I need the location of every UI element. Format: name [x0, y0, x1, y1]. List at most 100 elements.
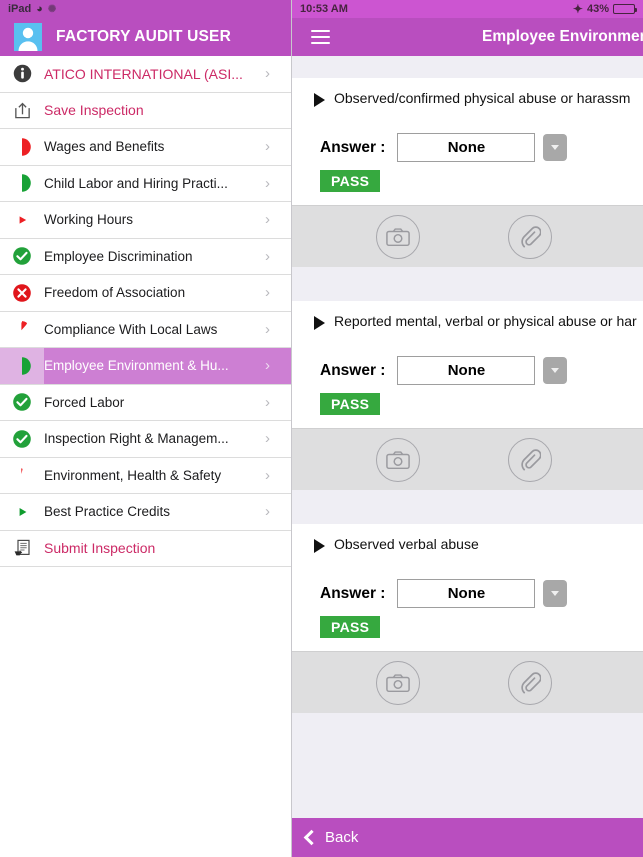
answer-label: Answer : [320, 138, 386, 156]
chevron-right-icon: › [265, 174, 270, 192]
attachment-row [292, 205, 643, 267]
chevron-left-icon[interactable] [303, 829, 320, 846]
sidebar-item-environment-health-and-safety[interactable]: Environment, Health & Safety › [0, 457, 291, 494]
attachment-row [292, 428, 643, 490]
answer-label: Answer : [320, 361, 386, 379]
sidebar-item-label: Freedom of Association [44, 285, 186, 301]
camera-icon[interactable] [376, 214, 420, 259]
questions-scroll-area[interactable]: Observed/confirmed physical abuse or har… [292, 56, 643, 857]
info-circle-icon [0, 56, 44, 92]
status-check-green-icon [0, 385, 44, 421]
chevron-right-icon: › [265, 211, 270, 229]
answer-row: Answer : None [292, 553, 643, 608]
chevron-right-icon: › [265, 357, 270, 375]
sidebar-status-bar: iPad ◕ ✺ [0, 0, 291, 18]
sidebar-item-label: Child Labor and Hiring Practi... [44, 175, 228, 191]
sidebar-item-label: ATICO INTERNATIONAL (ASI... [44, 65, 243, 82]
status-badge: PASS [320, 393, 381, 415]
sidebar-title: FACTORY AUDIT USER [56, 28, 231, 45]
caret-down-icon[interactable] [543, 357, 568, 384]
back-button[interactable]: Back [325, 829, 358, 846]
ipad-app-window: iPad ◕ ✺ FACTORY AUDIT USER ATICO INTERN… [0, 0, 643, 857]
caret-down-icon[interactable] [543, 580, 568, 607]
question-header[interactable]: Reported mental, verbal or physical abus… [292, 301, 643, 330]
answer-value-field[interactable]: None [397, 356, 536, 385]
paperclip-icon[interactable] [508, 214, 552, 259]
answer-value-field[interactable]: None [397, 579, 536, 608]
save-upload-icon [0, 93, 44, 129]
status-wedge-red-icon [0, 312, 44, 348]
sidebar-item-save-inspection[interactable]: Save Inspection [0, 92, 291, 129]
sidebar-menu-list: ATICO INTERNATIONAL (ASI... › Save Inspe… [0, 56, 291, 567]
sidebar-item-label: Employee Discrimination [44, 248, 193, 264]
triangle-right-icon[interactable] [314, 539, 325, 553]
status-wedge-green-icon [0, 494, 44, 530]
sidebar-item-label: Employee Environment & Hu... [44, 358, 229, 374]
answer-label: Answer : [320, 584, 386, 602]
status-sliver-red-icon [0, 202, 44, 238]
chevron-right-icon: › [265, 503, 270, 521]
bottom-toolbar: Back [292, 818, 643, 857]
question-block: Reported mental, verbal or physical abus… [292, 301, 643, 490]
sidebar-item-employee-discrimination[interactable]: Employee Discrimination › [0, 238, 291, 275]
sidebar-item-atico-international[interactable]: ATICO INTERNATIONAL (ASI... › [0, 56, 291, 93]
spacer [292, 56, 643, 78]
user-avatar-icon [14, 23, 42, 51]
attachment-row [292, 651, 643, 713]
sidebar-item-employee-environment-and-human-rights[interactable]: Employee Environment & Hu... › [0, 348, 291, 385]
status-check-green-icon [0, 421, 44, 457]
question-text: Observed verbal abuse [334, 536, 479, 552]
sidebar-item-label: Compliance With Local Laws [44, 321, 218, 337]
sidebar-item-submit-inspection[interactable]: Submit Inspection [0, 530, 291, 567]
sidebar-item-label: Environment, Health & Safety [44, 467, 222, 483]
wifi-icon: ◕ [36, 2, 43, 15]
status-cross-red-icon [0, 275, 44, 311]
status-half-red-icon [0, 129, 44, 165]
question-block: Observed/confirmed physical abuse or har… [292, 78, 643, 267]
sidebar-item-forced-labor[interactable]: Forced Labor › [0, 384, 291, 421]
battery-percent-label: 43% [586, 3, 609, 15]
chevron-right-icon: › [265, 430, 270, 448]
sidebar-item-inspection-right-and-management[interactable]: Inspection Right & Managem... › [0, 421, 291, 458]
chevron-right-icon: › [265, 247, 270, 265]
sidebar-item-wages-and-benefits[interactable]: Wages and Benefits › [0, 129, 291, 166]
status-half-green-icon [0, 166, 44, 202]
bluetooth-icon: ✦ [572, 2, 583, 16]
status-badge: PASS [320, 616, 381, 638]
sidebar: iPad ◕ ✺ FACTORY AUDIT USER ATICO INTERN… [0, 0, 292, 857]
sidebar-item-label: Working Hours [44, 212, 134, 228]
sidebar-item-label: Forced Labor [44, 394, 125, 410]
sidebar-item-label: Submit Inspection [44, 540, 156, 557]
triangle-right-icon[interactable] [314, 316, 325, 330]
status-check-green-icon [0, 239, 44, 275]
sidebar-header: FACTORY AUDIT USER [0, 18, 291, 56]
battery-icon [613, 4, 637, 14]
sidebar-item-best-practice-credits[interactable]: Best Practice Credits › [0, 494, 291, 531]
paperclip-icon[interactable] [508, 660, 552, 705]
camera-icon[interactable] [376, 437, 420, 482]
triangle-right-icon[interactable] [314, 93, 325, 107]
sidebar-item-freedom-of-association[interactable]: Freedom of Association › [0, 275, 291, 312]
caret-down-icon[interactable] [543, 134, 568, 161]
answer-value-field[interactable]: None [397, 133, 536, 162]
sidebar-item-compliance-with-local-laws[interactable]: Compliance With Local Laws › [0, 311, 291, 348]
paperclip-icon[interactable] [508, 437, 552, 482]
submit-document-icon [0, 531, 44, 567]
spacer [292, 490, 643, 524]
sidebar-item-child-labor-and-hiring-practices[interactable]: Child Labor and Hiring Practi... › [0, 165, 291, 202]
chevron-right-icon: › [265, 284, 270, 302]
answer-row: Answer : None [292, 330, 643, 385]
sidebar-item-label: Wages and Benefits [44, 139, 165, 155]
question-header[interactable]: Observed/confirmed physical abuse or har… [292, 78, 643, 107]
sidebar-item-label: Best Practice Credits [44, 504, 171, 520]
main-status-bar: 10:53 AM ✦ 43% [292, 0, 643, 18]
sidebar-item-working-hours[interactable]: Working Hours › [0, 202, 291, 239]
hamburger-menu-icon[interactable] [292, 30, 348, 44]
chevron-right-icon: › [265, 320, 270, 338]
chevron-right-icon: › [265, 138, 270, 156]
camera-icon[interactable] [376, 660, 420, 705]
answer-row: Answer : None [292, 107, 643, 162]
device-label: iPad [8, 3, 32, 15]
chevron-right-icon: › [265, 393, 270, 411]
question-header[interactable]: Observed verbal abuse [292, 524, 643, 553]
